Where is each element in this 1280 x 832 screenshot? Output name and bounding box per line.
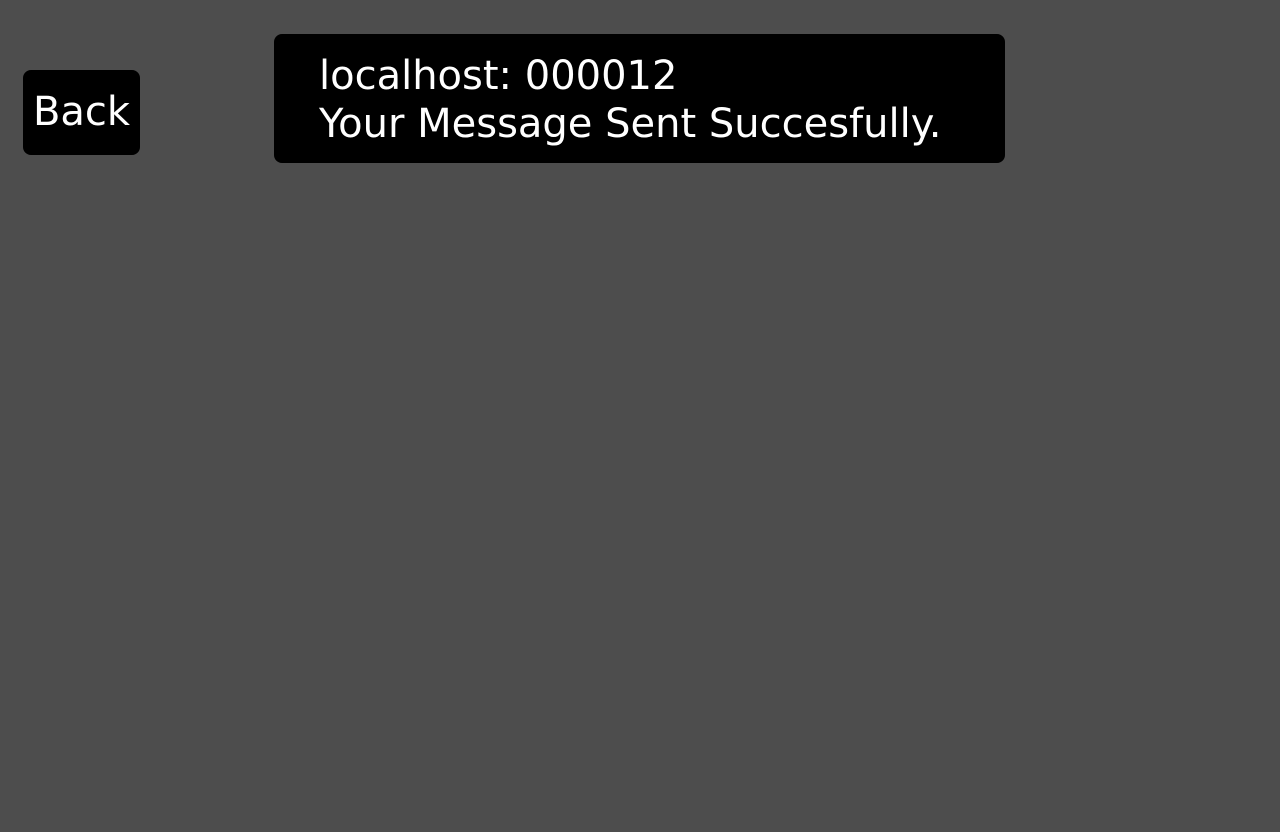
alert-origin: localhost: 000012 — [319, 53, 678, 99]
alert-dialog: localhost: 000012 Your Message Sent Succ… — [274, 34, 1005, 163]
back-button[interactable]: Back — [23, 70, 140, 155]
alert-message: Your Message Sent Succesfully. — [319, 101, 942, 147]
